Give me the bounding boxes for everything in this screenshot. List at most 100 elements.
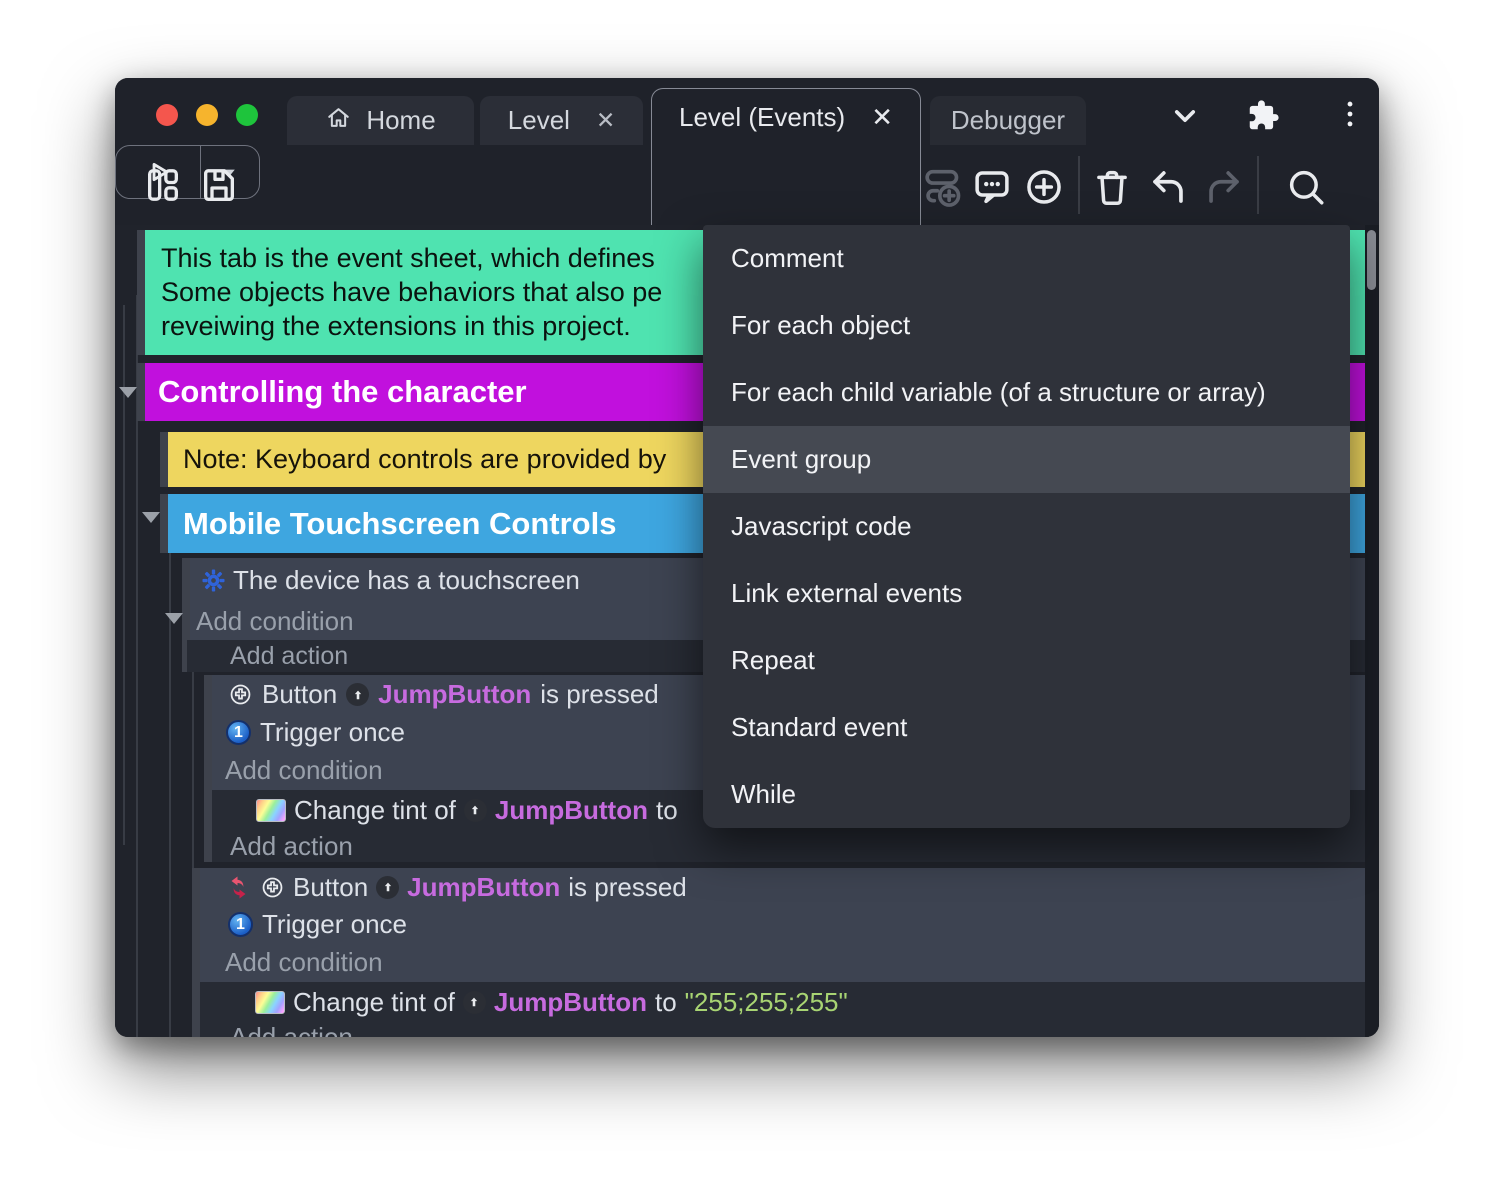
action-mid: to xyxy=(654,986,677,1017)
add-condition-button[interactable]: Add condition xyxy=(225,755,383,786)
action-value: "255;255;255" xyxy=(684,986,848,1017)
menu-item-repeat[interactable]: Repeat xyxy=(703,627,1350,694)
save-button[interactable] xyxy=(199,165,239,205)
add-action-button[interactable]: Add action xyxy=(230,642,348,671)
menu-item-javascript-code[interactable]: Javascript code xyxy=(703,493,1350,560)
minimize-window-button[interactable] xyxy=(196,104,218,126)
redo-icon xyxy=(1209,171,1239,203)
up-arrow-icon xyxy=(471,997,478,1007)
chevron-down-icon xyxy=(1174,110,1196,122)
undo-button[interactable] xyxy=(1147,166,1189,208)
window-menu-button[interactable] xyxy=(1333,97,1367,136)
tab-label: Home xyxy=(366,105,436,135)
menu-item-for-each-child-variable[interactable]: For each child variable (of a structure … xyxy=(703,359,1350,426)
condition-text: The device has a touchscreen xyxy=(233,564,580,595)
tree-guide xyxy=(123,305,125,845)
tab-debugger[interactable]: Debugger xyxy=(930,96,1086,145)
save-icon xyxy=(203,169,234,201)
toolbar-separator xyxy=(1257,156,1259,214)
trigger-once-icon: 1 xyxy=(226,720,251,745)
home-icon xyxy=(325,104,352,138)
tab-level-events-active[interactable]: Level (Events) ✕ xyxy=(651,88,921,225)
menu-item-standard-event[interactable]: Standard event xyxy=(703,694,1350,761)
menu-item-while[interactable]: While xyxy=(703,761,1350,828)
event-jumpbutton-pressed-2[interactable]: Button JumpButton is pressed 1 Trigger o… xyxy=(200,868,1365,982)
menu-item-event-group[interactable]: Event group xyxy=(703,426,1350,493)
tint-icon xyxy=(255,990,285,1014)
row-gutter xyxy=(137,363,145,421)
trigger-once-text: Trigger once xyxy=(260,717,405,747)
up-arrow-icon xyxy=(354,690,361,699)
extensions-button[interactable] xyxy=(1247,99,1280,137)
comment-icon xyxy=(975,171,1009,204)
menu-item-for-each-object[interactable]: For each object xyxy=(703,292,1350,359)
up-arrow-icon xyxy=(472,805,479,815)
button-icon xyxy=(262,877,283,897)
row-gutter xyxy=(160,432,168,487)
collapse-arrow-icon[interactable] xyxy=(165,613,183,624)
row-gutter xyxy=(137,230,145,355)
condition-post: is pressed xyxy=(540,679,659,709)
add-action-button[interactable]: Add action xyxy=(230,831,353,862)
object-thumbnail xyxy=(463,798,487,822)
add-subevent-button[interactable] xyxy=(918,164,962,208)
add-condition-button[interactable]: Add condition xyxy=(196,606,354,637)
row-gutter xyxy=(192,868,200,1037)
collapse-arrow-icon[interactable] xyxy=(119,387,137,398)
trigger-once-text: Trigger once xyxy=(262,909,407,939)
plus-circle-icon xyxy=(1027,170,1061,204)
action-post: to xyxy=(655,794,678,825)
note-text: Note: Keyboard controls are provided by xyxy=(183,444,667,474)
trigger-once-icon: 1 xyxy=(228,912,253,937)
up-arrow-icon xyxy=(384,882,391,892)
layout-icon xyxy=(148,169,178,201)
delete-button[interactable] xyxy=(1091,166,1133,208)
condition-pre: Button xyxy=(262,679,338,709)
button-icon xyxy=(230,684,251,705)
menu-item-link-external-events[interactable]: Link external events xyxy=(703,560,1350,627)
toggle-panels-button[interactable] xyxy=(143,165,183,205)
tint-icon xyxy=(256,798,286,822)
tab-home[interactable]: Home xyxy=(287,96,474,145)
tab-label: Level (Events) xyxy=(679,101,846,132)
action-pre: Change tint of xyxy=(293,986,455,1017)
tab-label: Debugger xyxy=(950,105,1066,135)
redo-button[interactable] xyxy=(1203,166,1245,208)
puzzle-icon xyxy=(1249,100,1279,130)
object-thumbnail xyxy=(376,875,400,899)
condition-pre: Button xyxy=(293,871,369,902)
event-2-actions[interactable]: Change tint of JumpButton to "255;255;25… xyxy=(200,982,1365,1037)
add-comment-button[interactable] xyxy=(971,166,1013,208)
condition-post: is pressed xyxy=(568,871,687,902)
row-gutter xyxy=(160,494,168,553)
close-tab-icon[interactable]: ✕ xyxy=(871,102,893,133)
app-window: Home Level ✕ Debugger Level (Events) ✕ T… xyxy=(115,78,1379,1037)
scrollbar-track[interactable] xyxy=(1365,225,1379,1037)
tab-label: Level xyxy=(507,105,570,135)
add-action-button[interactable]: Add action xyxy=(230,1022,353,1038)
scrollbar-thumb[interactable] xyxy=(1367,230,1376,290)
object-name: JumpButton xyxy=(407,871,561,902)
object-thumbnail xyxy=(462,990,486,1014)
add-subevent-icon xyxy=(925,169,961,207)
zoom-window-button[interactable] xyxy=(236,104,258,126)
add-condition-button[interactable]: Add condition xyxy=(225,947,383,978)
search-button[interactable] xyxy=(1285,166,1327,208)
tree-guide xyxy=(169,525,171,1037)
tabs-dropdown-button[interactable] xyxy=(1167,98,1203,139)
undo-icon xyxy=(1153,171,1183,203)
menu-item-comment[interactable]: Comment xyxy=(703,225,1350,292)
tab-level[interactable]: Level ✕ xyxy=(480,96,643,145)
add-event-context-menu: Comment For each object For each child v… xyxy=(703,225,1350,828)
collapse-arrow-icon[interactable] xyxy=(142,512,160,523)
row-gutter xyxy=(204,675,212,862)
invert-condition-icon xyxy=(231,876,246,898)
toolbar-separator xyxy=(1078,156,1080,214)
action-pre: Change tint of xyxy=(294,794,456,825)
add-more-button[interactable] xyxy=(1023,166,1065,208)
object-name: JumpButton xyxy=(378,679,532,709)
close-tab-icon[interactable]: ✕ xyxy=(596,109,615,132)
object-name: JumpButton xyxy=(493,986,647,1017)
kebab-menu-icon xyxy=(1347,101,1353,127)
close-window-button[interactable] xyxy=(156,104,178,126)
